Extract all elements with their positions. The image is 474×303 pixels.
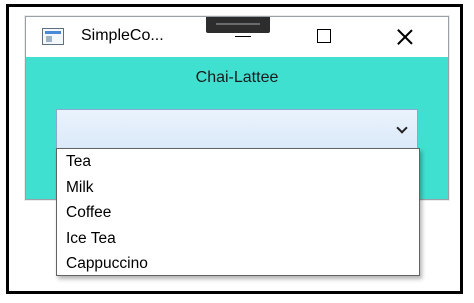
selection-label: Chai-Lattee (195, 69, 279, 86)
app-window-icon (42, 28, 64, 45)
maximize-button[interactable] (300, 17, 346, 57)
option-cappuccino[interactable]: Cappuccino (57, 251, 419, 277)
option-tea[interactable]: Tea (57, 149, 419, 175)
drinks-combobox[interactable] (56, 109, 418, 149)
window-title: SimpleCo... (81, 27, 164, 44)
option-ice-tea[interactable]: Ice Tea (57, 226, 419, 252)
close-button[interactable] (382, 17, 428, 57)
option-milk[interactable]: Milk (57, 175, 419, 201)
title-bar[interactable]: SimpleCo... (26, 17, 448, 57)
combobox-dropdown-list: Tea Milk Coffee Ice Tea Cappuccino (56, 148, 420, 276)
option-coffee[interactable]: Coffee (57, 200, 419, 226)
minimize-icon (235, 36, 251, 37)
close-icon (397, 29, 413, 45)
minimize-button[interactable] (219, 17, 265, 57)
maximize-icon (317, 29, 331, 43)
chevron-down-icon[interactable] (396, 122, 408, 134)
